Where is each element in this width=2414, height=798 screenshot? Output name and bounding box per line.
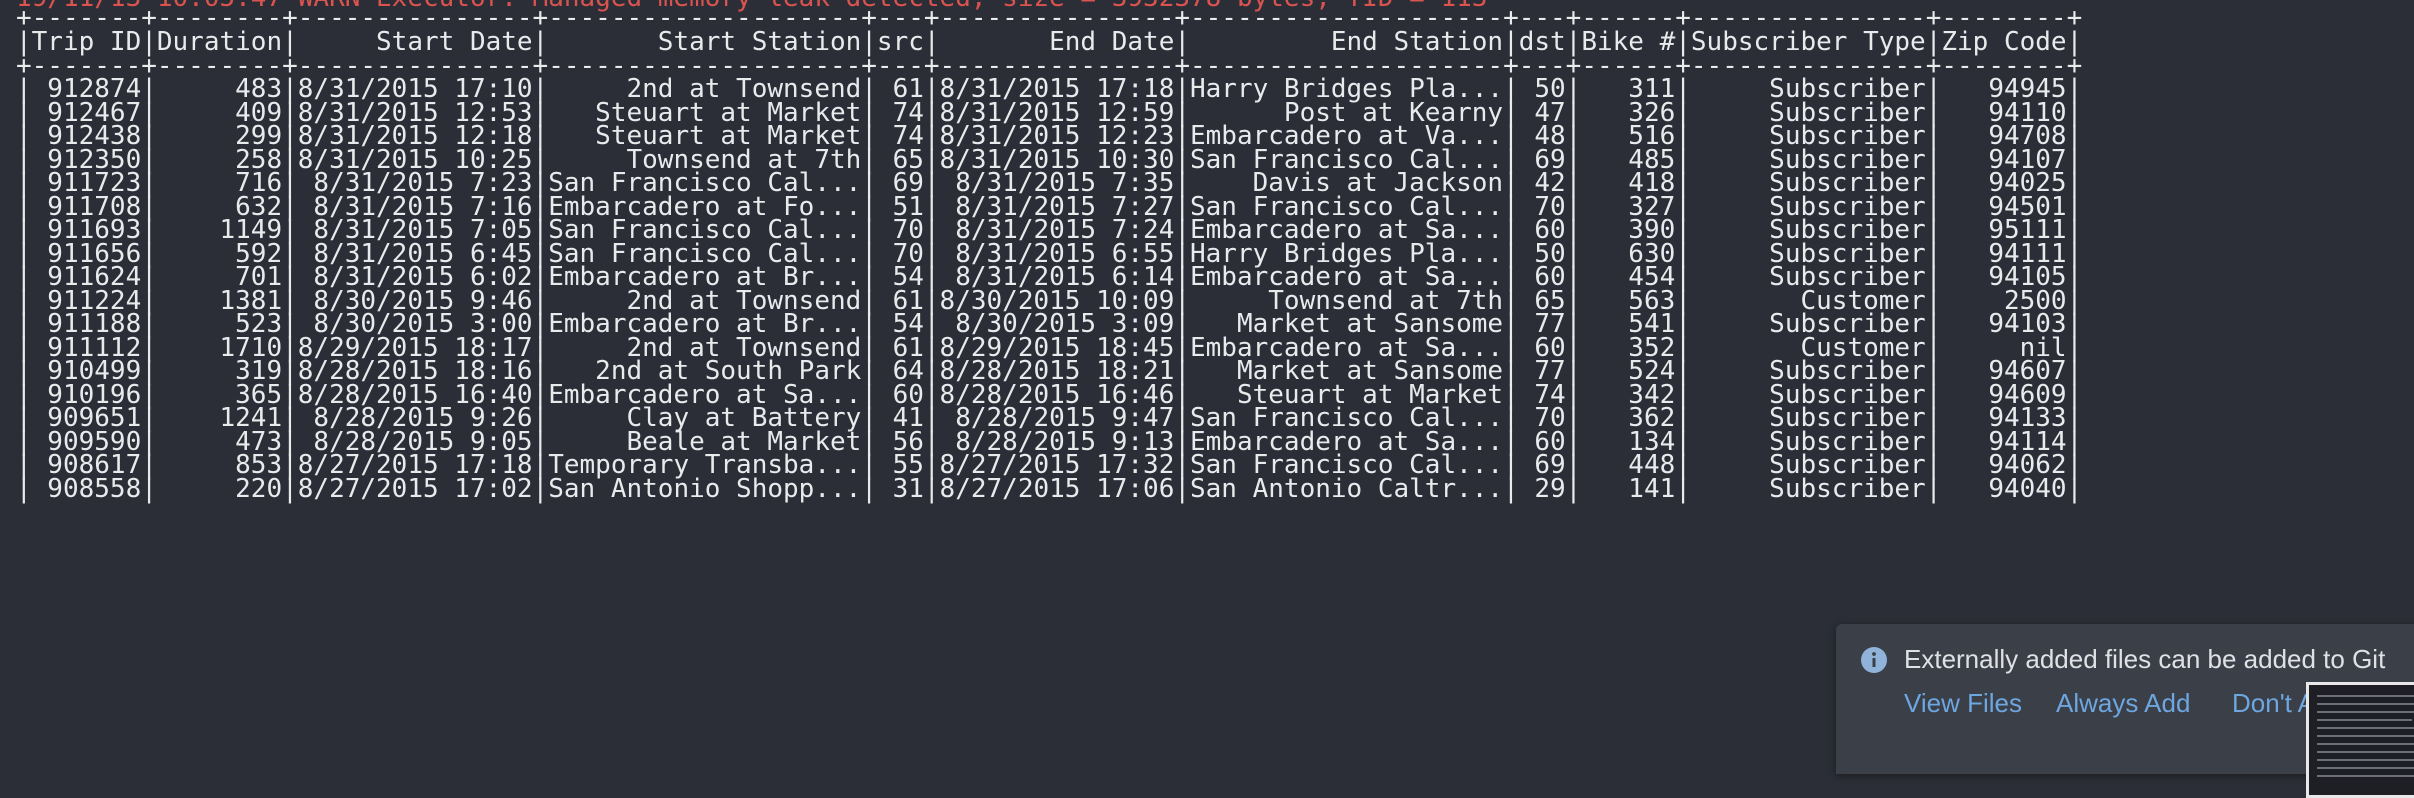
always-add-link[interactable]: Always Add	[2056, 686, 2190, 720]
view-files-link[interactable]: View Files	[1904, 686, 2022, 720]
info-icon	[1861, 647, 1887, 673]
screenshot-thumbnail-preview[interactable]	[2306, 682, 2414, 798]
table-row: | 908558| 220|8/27/2015 17:02|San Antoni…	[16, 474, 2083, 504]
notification-message: Externally added files can be added to G…	[1904, 644, 2386, 674]
